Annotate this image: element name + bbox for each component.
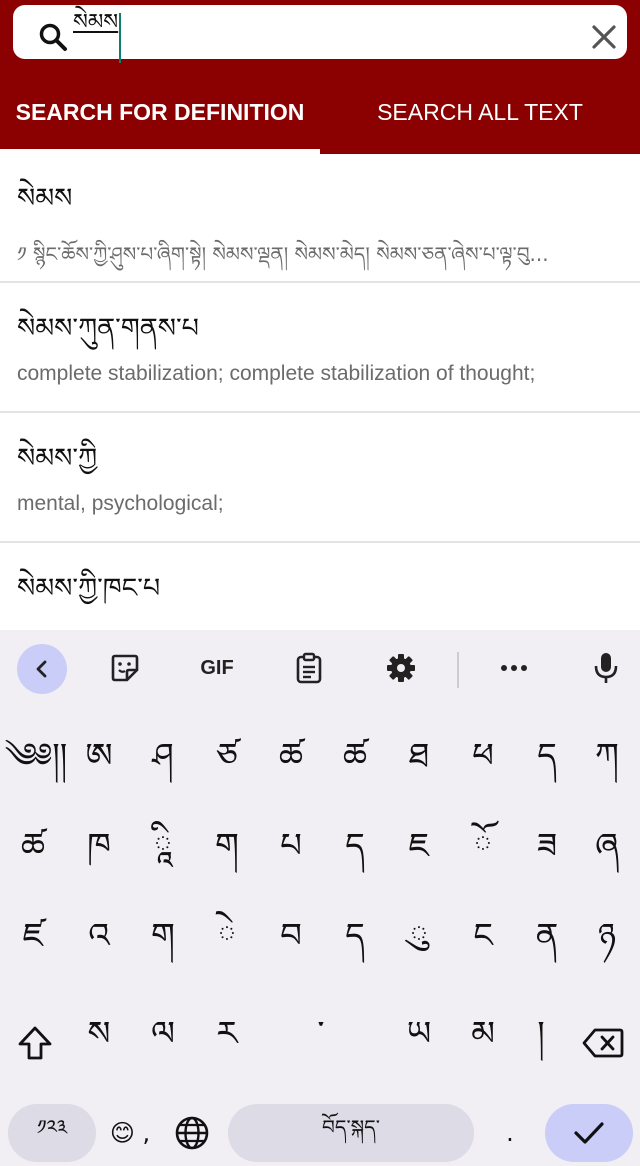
key[interactable]: བ [260,910,322,980]
result-definition: ༡ སྙིང་ཆོས་ཀྱི་ཤུས་པ་ཞིག་སྟེ། སེམས་ལྡན། … [17,242,549,266]
key[interactable]: ་ [290,1008,352,1078]
language-key[interactable] [166,1104,218,1162]
key[interactable]: ེ [196,910,258,980]
microphone-icon [594,653,618,683]
on-screen-keyboard: GIF ༄༅།། ཨ ཤ ཙ ཚ ཚ ཐ ཕ ད ཀ ཚ ཁ ཱི ག པ ད … [0,630,640,1166]
key[interactable]: ག [132,910,194,980]
key[interactable]: ས [68,1008,130,1078]
key[interactable]: ཉ [576,910,638,980]
period-key[interactable]: . [484,1104,536,1162]
sticker-icon [111,654,139,682]
keyboard-toolbar: GIF [0,630,640,708]
symbols-key[interactable]: ༡༢༣ [8,1104,96,1162]
globe-icon [175,1116,209,1150]
tab-search-definition[interactable]: SEARCH FOR DEFINITION [0,85,320,139]
key[interactable]: འ [68,910,130,980]
key[interactable]: ོ [452,820,514,890]
space-key[interactable]: བོད་སྐད་ [228,1104,474,1162]
key[interactable]: ཙ [196,730,258,800]
key[interactable]: ད [324,820,386,890]
search-bar[interactable]: སེམས [13,5,627,63]
key[interactable]: ང [452,910,514,980]
key[interactable]: ཡ [388,1008,450,1078]
key[interactable]: ཇ [388,820,450,890]
key[interactable]: ད [324,910,386,980]
keyboard-back-button[interactable] [17,644,67,694]
backspace-key[interactable] [572,1008,634,1078]
backspace-icon [582,1028,624,1058]
tab-search-all-text[interactable]: SEARCH ALL TEXT [320,85,640,139]
result-definition: mental, psychological; [17,492,224,515]
key[interactable]: ཕ [452,730,514,800]
key[interactable]: ཟ [516,820,578,890]
results-list[interactable]: སེམས ༡ སྙིང་ཆོས་ཀྱི་ཤུས་པ་ཞིག་སྟེ། སེམས་… [0,154,640,630]
enter-key[interactable] [545,1104,633,1162]
emoji-comma-key[interactable]: 😊 , [104,1104,156,1162]
checkmark-icon [574,1122,604,1144]
result-item[interactable]: སེམས ༡ སྙིང་ཆོས་ཀྱི་ཤུས་པ་ཞིག་སྟེ། སེམས་… [0,154,640,283]
gif-label: GIF [200,656,234,679]
key[interactable]: ུ [388,910,450,980]
search-icon [39,23,67,51]
key[interactable]: ཁ [68,820,130,890]
gif-button[interactable]: GIF [193,644,241,692]
key[interactable]: པ [260,820,322,890]
microphone-button[interactable] [582,644,630,692]
key[interactable]: ཱི [132,820,194,890]
more-horizontal-icon [501,665,527,671]
sticker-button[interactable] [101,644,149,692]
key[interactable]: མ [452,1008,514,1078]
shift-key[interactable] [4,1008,66,1078]
key[interactable]: ཛ [2,910,64,980]
key[interactable]: ཨ [68,730,130,800]
key[interactable]: ད [516,730,578,800]
shift-arrow-icon [18,1026,52,1060]
key[interactable]: ཤ [132,730,194,800]
key[interactable]: ཞ [576,820,638,890]
result-item[interactable]: སེམས་ཀྱི་ཁང་པ [0,544,640,630]
key[interactable]: ར [196,1008,258,1078]
search-input[interactable]: སེམས [73,11,118,35]
key[interactable]: ཐ [388,730,450,800]
clipboard-button[interactable] [285,644,333,692]
app-header: སེམས SEARCH FOR DEFINITION SEARCH ALL TE… [0,0,640,154]
key[interactable]: ན [516,910,578,980]
settings-button[interactable] [377,644,425,692]
key[interactable]: ལ [132,1008,194,1078]
key[interactable]: ཀ [576,730,638,800]
key[interactable]: ཚ [2,820,64,890]
gear-icon [387,654,415,682]
chevron-left-icon [36,660,47,678]
key[interactable]: ཚ [324,730,386,800]
result-term: སེམས་ཀྱི་ཁང་པ [17,573,161,604]
key[interactable]: ཚ [260,730,322,800]
result-item[interactable]: སེམས་ཀུན་གནས་པ complete stabilization; c… [0,284,640,413]
clipboard-icon [296,652,322,684]
result-definition: complete stabilization; complete stabili… [17,362,536,385]
more-options-button[interactable] [490,644,538,692]
key[interactable]: ། [510,1008,572,1078]
close-icon[interactable] [591,24,617,50]
key[interactable]: ༄༅།། [2,730,70,800]
result-item[interactable]: སེམས་ཀྱི mental, psychological; [0,414,640,543]
key[interactable]: ག [196,820,258,890]
toolbar-divider [457,652,459,688]
text-caret [119,13,121,63]
